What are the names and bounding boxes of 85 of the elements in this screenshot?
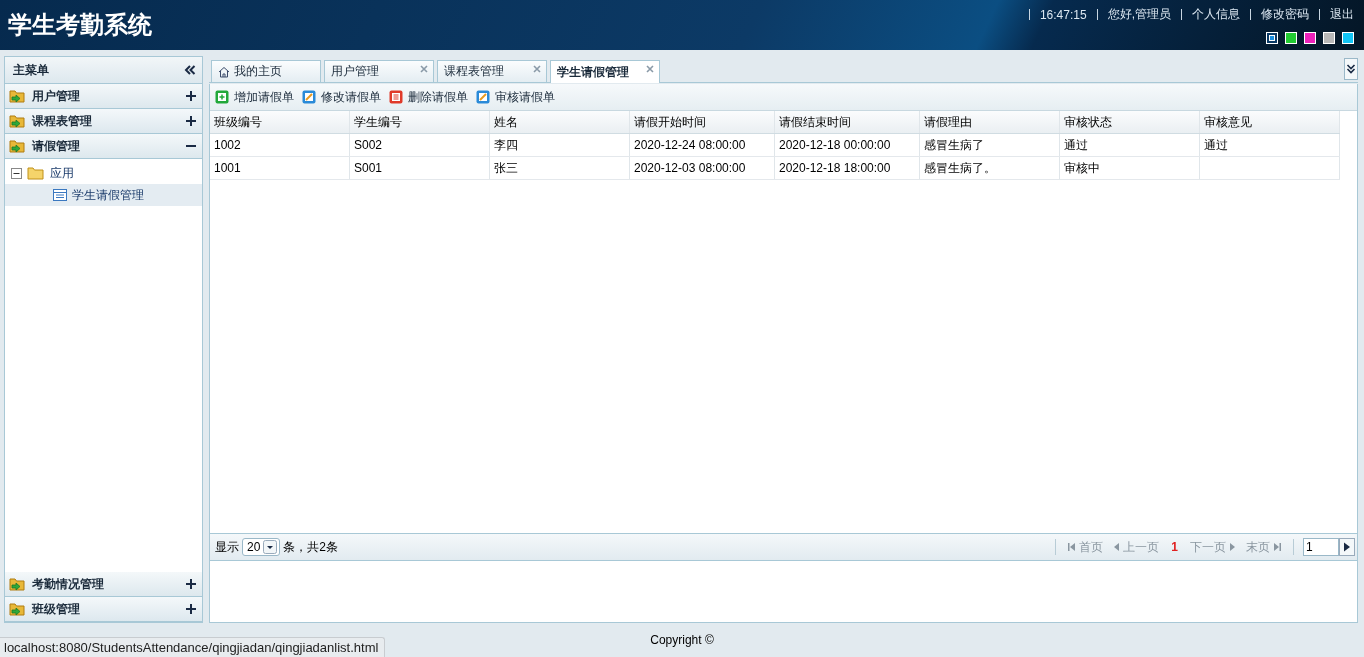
header-link[interactable]: 退出: [1330, 6, 1354, 23]
table-cell: S002: [350, 134, 490, 156]
pencil-icon: [476, 90, 490, 104]
theme-swatch[interactable]: [1266, 32, 1278, 44]
pager-summary: 条，共2条: [283, 538, 339, 556]
menu-panel-header[interactable]: 课程表管理: [5, 109, 202, 134]
close-icon[interactable]: [420, 65, 428, 73]
column-header[interactable]: 审核状态: [1060, 111, 1200, 133]
pager-label: 显示: [215, 538, 239, 556]
toolbar-button[interactable]: 审核请假单: [476, 88, 555, 106]
table-cell: 2020-12-03 08:00:00: [630, 157, 775, 179]
tab[interactable]: 课程表管理: [437, 60, 547, 82]
folder-arrow-icon: [9, 113, 27, 129]
plus-icon: [185, 578, 197, 590]
plus-icon: [185, 90, 197, 102]
column-header[interactable]: 学生编号: [350, 111, 490, 133]
pencil-icon: [302, 90, 316, 104]
tree-node[interactable]: 学生请假管理: [5, 184, 202, 206]
column-header[interactable]: 姓名: [490, 111, 630, 133]
folder-arrow-icon: [9, 138, 27, 154]
status-bar-url: localhost:8080/StudentsAttendance/qingjiadan/qingjiadanlist.html: [0, 637, 386, 657]
close-icon[interactable]: [646, 65, 654, 73]
clock-time: 16:47:15: [1039, 7, 1087, 22]
table-cell: 感冒生病了。: [920, 157, 1060, 179]
table-cell: 2020-12-24 08:00:00: [630, 134, 775, 156]
copyright-text: Copyright ©: [650, 633, 714, 647]
plus-icon: [185, 603, 197, 615]
home-icon: [218, 65, 230, 78]
sidebar-title: 主菜单: [13, 61, 49, 79]
first-page-icon: [1068, 542, 1077, 552]
table-cell: 2020-12-18 18:00:00: [775, 157, 920, 179]
greeting-text: 您好,管理员: [1107, 6, 1171, 23]
theme-swatch[interactable]: [1285, 32, 1297, 44]
collapse-toggle-icon[interactable]: [11, 167, 22, 179]
plus-icon: [185, 115, 197, 127]
table-cell: 李四: [490, 134, 630, 156]
table-cell: 1002: [210, 134, 350, 156]
table-icon: [53, 188, 67, 202]
app-title: 学生考勤系统: [7, 10, 152, 40]
close-icon[interactable]: [533, 65, 541, 73]
table-cell: 感冒生病了: [920, 134, 1060, 156]
toolbar-button[interactable]: 修改请假单: [302, 88, 381, 106]
tab-list-icon[interactable]: [1344, 58, 1358, 80]
next-icon: [1229, 542, 1237, 552]
table-cell: 2020-12-18 00:00:00: [775, 134, 920, 156]
plus-icon: [215, 90, 229, 104]
menu-panel-header[interactable]: 请假管理: [5, 134, 202, 159]
delete-icon: [389, 90, 403, 104]
page-size-select[interactable]: 20: [242, 538, 281, 556]
table-cell: 通过: [1200, 134, 1340, 156]
collapse-icon[interactable]: [184, 64, 196, 76]
menu-panel-header[interactable]: 用户管理: [5, 84, 202, 109]
tab[interactable]: 用户管理: [324, 60, 434, 82]
toolbar-button[interactable]: 删除请假单: [389, 88, 468, 106]
tab[interactable]: 学生请假管理: [550, 60, 660, 83]
folder-arrow-icon: [9, 88, 27, 104]
dropdown-icon: [263, 540, 278, 554]
last-page-icon: [1273, 542, 1281, 552]
previous-icon: [1112, 542, 1121, 552]
folder-arrow-icon: [9, 601, 27, 617]
folder-arrow-icon: [9, 576, 27, 592]
theme-swatch[interactable]: [1304, 32, 1316, 44]
column-header[interactable]: 请假结束时间: [775, 111, 920, 133]
column-header[interactable]: 请假开始时间: [630, 111, 775, 133]
tree-node[interactable]: 应用: [5, 162, 202, 184]
column-header[interactable]: 请假理由: [920, 111, 1060, 133]
table-cell: S001: [350, 157, 490, 179]
menu-panel-header[interactable]: 班级管理: [5, 597, 202, 622]
folder-icon: [27, 165, 45, 181]
header-link[interactable]: 个人信息: [1192, 6, 1240, 23]
toolbar-button[interactable]: 增加请假单: [215, 88, 294, 106]
table-cell: 通过: [1060, 134, 1200, 156]
menu-panel-header[interactable]: 考勤情况管理: [5, 572, 202, 597]
table-cell: 张三: [490, 157, 630, 179]
column-header[interactable]: 班级编号: [210, 111, 350, 133]
theme-swatch[interactable]: [1342, 32, 1354, 44]
column-header[interactable]: 审核意见: [1200, 111, 1340, 133]
tab[interactable]: 我的主页: [211, 60, 321, 82]
table-cell: 审核中: [1060, 157, 1200, 179]
current-page: 1: [1170, 540, 1179, 554]
header-link[interactable]: 修改密码: [1261, 6, 1309, 23]
page-number-input[interactable]: 1: [1303, 538, 1339, 556]
table-cell: 1001: [210, 157, 350, 179]
theme-swatch[interactable]: [1323, 32, 1335, 44]
go-icon[interactable]: [1339, 538, 1355, 556]
